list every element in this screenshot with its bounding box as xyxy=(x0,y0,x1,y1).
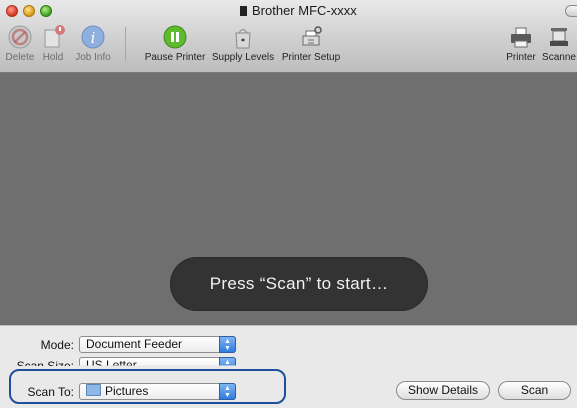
printer-setup-icon xyxy=(302,26,322,46)
hold-icon xyxy=(44,25,65,48)
scan-prompt-message: Press “Scan” to start… xyxy=(170,257,428,311)
job-info-button[interactable]: i Job Info xyxy=(70,24,116,63)
supply-levels-icon xyxy=(235,29,251,49)
toolbar-toggle-button[interactable] xyxy=(565,5,577,17)
minimize-button[interactable] xyxy=(23,5,35,17)
hold-button[interactable]: Hold xyxy=(38,24,68,63)
scan-button[interactable]: Scan xyxy=(498,381,571,400)
mode-label: Mode: xyxy=(40,338,74,352)
scanner-button[interactable]: Scanne xyxy=(541,24,577,63)
zoom-button[interactable] xyxy=(40,5,52,17)
close-button[interactable] xyxy=(6,5,18,17)
title-toolbar: Brother MFC-xxxx Delete Hold i Job Info … xyxy=(0,0,577,73)
delete-button[interactable]: Delete xyxy=(2,24,38,63)
printer-icon xyxy=(511,27,531,48)
pause-icon xyxy=(163,25,187,49)
scan-preview-area[interactable]: Press “Scan” to start… xyxy=(0,73,577,325)
select-arrows-icon: ▲▼ xyxy=(219,336,236,353)
svg-text:i: i xyxy=(91,29,96,47)
printer-setup-button[interactable]: Printer Setup xyxy=(279,24,343,63)
toolbar-divider xyxy=(125,27,126,61)
printer-button[interactable]: Printer xyxy=(503,24,539,63)
supply-levels-button[interactable]: Supply Levels xyxy=(211,24,275,63)
scan-to-highlight xyxy=(9,369,286,404)
printer-scanner-window: Brother MFC-xxxx Delete Hold i Job Info … xyxy=(0,0,577,408)
pause-printer-button[interactable]: Pause Printer xyxy=(143,24,207,63)
scanner-icon xyxy=(550,28,568,46)
window-title: Brother MFC-xxxx xyxy=(240,3,357,18)
info-icon: i xyxy=(81,25,105,49)
document-icon xyxy=(240,6,247,16)
mode-select[interactable]: Document Feeder ▲ ▼ xyxy=(79,336,236,353)
delete-icon xyxy=(8,25,32,49)
show-details-button[interactable]: Show Details xyxy=(396,381,490,400)
